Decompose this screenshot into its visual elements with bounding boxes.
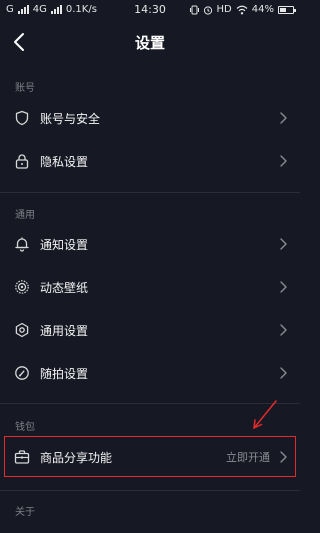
settings-item-label: 随拍设置 (40, 366, 89, 381)
bell-icon (15, 237, 29, 252)
camera-dial-icon (15, 366, 29, 380)
chevron-right-icon (280, 238, 287, 250)
battery-icon (278, 5, 296, 14)
chevron-right-icon (280, 112, 287, 124)
settings-item-product-sharing[interactable]: 商品分享功能 立即开通 (0, 436, 300, 478)
briefcase-icon (14, 450, 30, 464)
header: 设置 (0, 22, 300, 62)
chevron-right-icon (280, 155, 287, 167)
wifi-icon (236, 5, 248, 14)
chevron-right-icon (280, 451, 287, 463)
wallpaper-icon (15, 280, 29, 294)
settings-item-account-security[interactable]: 账号与安全 (0, 97, 300, 139)
settings-item-label: 动态壁纸 (40, 280, 89, 295)
settings-item-label: 通知设置 (40, 237, 89, 252)
settings-item-label: 通用设置 (40, 323, 89, 338)
settings-item-live-wallpaper[interactable]: 动态壁纸 (0, 266, 300, 308)
shield-icon (15, 110, 29, 126)
vibrate-icon (189, 5, 199, 14)
section-label-about: 关于 (15, 507, 35, 518)
open-now-link[interactable]: 立即开通 (226, 449, 270, 465)
status-bar: G 4G 0.1K/s 14:30 HD 44% (0, 0, 300, 22)
hd-badge: HD (216, 4, 232, 15)
gear-icon (15, 322, 29, 338)
alarm-icon (203, 5, 212, 15)
chevron-right-icon (280, 281, 287, 293)
settings-item-label: 商品分享功能 (40, 450, 113, 465)
settings-item-label: 账号与安全 (40, 111, 101, 126)
lock-icon (15, 154, 29, 169)
settings-item-quick-shot[interactable]: 随拍设置 (0, 352, 300, 394)
settings-item-privacy[interactable]: 隐私设置 (0, 140, 300, 182)
settings-item-general[interactable]: 通用设置 (0, 309, 300, 351)
status-right: HD 44% (189, 4, 296, 15)
section-divider (0, 192, 300, 193)
settings-item-label: 隐私设置 (40, 154, 89, 169)
section-divider (0, 490, 300, 491)
section-label-wallet: 钱包 (15, 422, 35, 433)
chevron-right-icon (280, 367, 287, 379)
page-title: 设置 (134, 34, 165, 52)
section-label-general: 通用 (15, 210, 35, 221)
section-divider (0, 403, 300, 404)
chevron-right-icon (280, 324, 287, 336)
battery-percent: 44% (251, 4, 274, 15)
settings-item-notifications[interactable]: 通知设置 (0, 223, 300, 265)
section-label-account: 账号 (15, 83, 35, 94)
